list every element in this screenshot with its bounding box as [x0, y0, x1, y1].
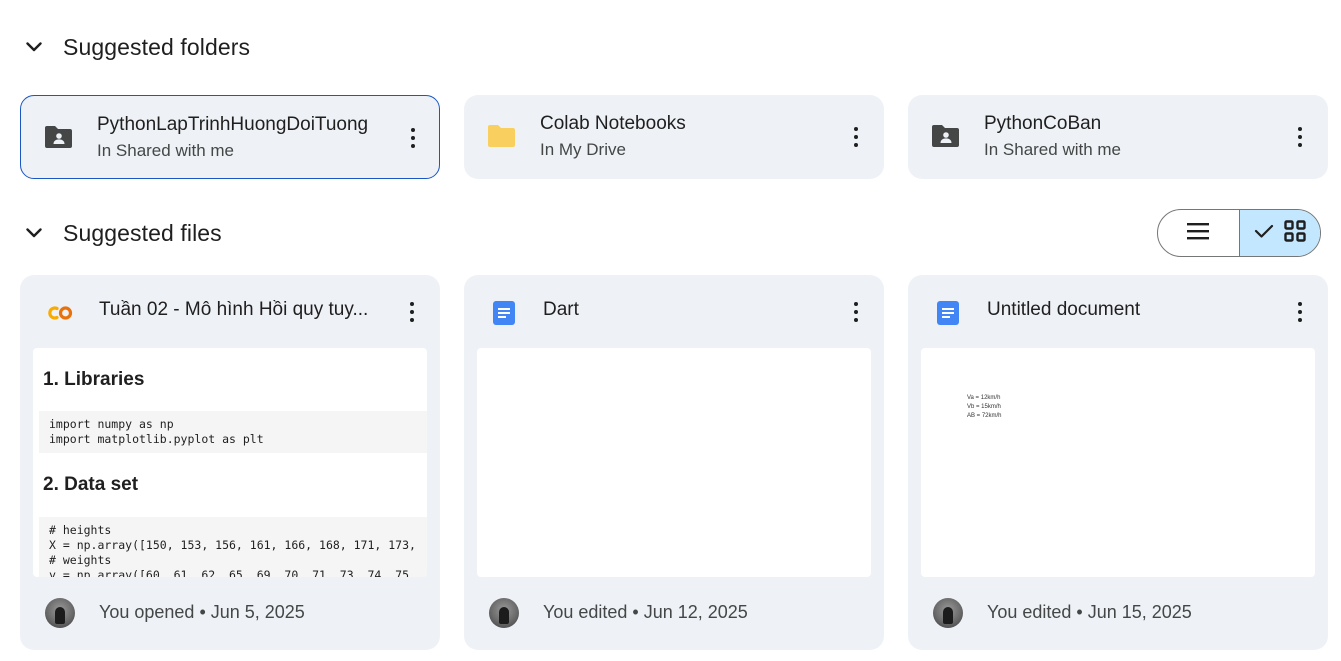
- preview-code: # heights X = np.array([150, 153, 156, 1…: [39, 517, 427, 577]
- more-actions-icon[interactable]: [401, 123, 425, 153]
- shared-folder-icon: [930, 123, 962, 151]
- folder-location: In Shared with me: [97, 141, 235, 160]
- file-preview: 1. Libraries import numpy as np import m…: [33, 348, 427, 577]
- grid-view-icon: [1284, 219, 1306, 247]
- more-actions-icon[interactable]: [400, 297, 424, 327]
- section-title: Suggested files: [63, 219, 222, 246]
- more-actions-icon[interactable]: [1288, 297, 1312, 327]
- avatar: [933, 598, 963, 628]
- view-toggle: [1157, 209, 1321, 257]
- more-actions-icon[interactable]: [1288, 122, 1312, 152]
- folder-location: In Shared with me: [984, 140, 1122, 159]
- folder-name: Colab Notebooks: [540, 113, 686, 134]
- file-card[interactable]: Untitled document Va = 12km/h Vb = 15km/…: [908, 275, 1328, 650]
- file-name: Untitled document: [987, 299, 1141, 320]
- suggested-files-header[interactable]: Suggested files: [22, 218, 222, 248]
- file-preview: [477, 348, 871, 577]
- suggested-folders-header[interactable]: Suggested folders: [22, 32, 250, 62]
- file-activity: You opened • Jun 5, 2025: [99, 602, 305, 622]
- preview-text: Va = 12km/h Vb = 15km/h AB = 72km/h: [967, 395, 1002, 419]
- preview-heading: 2. Data set: [43, 474, 139, 495]
- file-name: Dart: [543, 299, 579, 320]
- avatar: [489, 598, 519, 628]
- more-actions-icon[interactable]: [844, 297, 868, 327]
- folder-card[interactable]: Colab Notebooks In My Drive: [464, 95, 884, 179]
- folder-card[interactable]: PythonCoBan In Shared with me: [908, 95, 1328, 179]
- grid-view-button[interactable]: [1238, 210, 1320, 256]
- list-view-button[interactable]: [1158, 210, 1239, 256]
- file-activity: You edited • Jun 12, 2025: [543, 602, 748, 622]
- avatar: [45, 598, 75, 628]
- file-name: Tuần 02 - Mô hình Hồi quy tuy...: [99, 299, 369, 320]
- preview-code: import numpy as np import matplotlib.pyp…: [39, 411, 427, 453]
- preview-heading: 1. Libraries: [43, 369, 145, 390]
- colab-icon: [46, 301, 74, 325]
- folder-name: PythonLapTrinhHuongDoiTuong: [97, 114, 369, 135]
- folder-card[interactable]: PythonLapTrinhHuongDoiTuong In Shared wi…: [20, 95, 440, 179]
- chevron-down-icon[interactable]: [22, 35, 46, 59]
- list-view-icon: [1187, 222, 1210, 245]
- chevron-down-icon[interactable]: [22, 221, 46, 245]
- file-activity: You edited • Jun 15, 2025: [987, 602, 1192, 622]
- folder-location: In My Drive: [540, 140, 626, 159]
- shared-folder-icon: [43, 124, 75, 152]
- checkmark-icon: [1254, 223, 1274, 244]
- folder-name: PythonCoBan: [984, 113, 1102, 134]
- file-card[interactable]: Dart You edited • Jun 12, 2025: [464, 275, 884, 650]
- file-card[interactable]: Tuần 02 - Mô hình Hồi quy tuy... 1. Libr…: [20, 275, 440, 650]
- file-preview: Va = 12km/h Vb = 15km/h AB = 72km/h: [921, 348, 1315, 577]
- google-docs-icon: [934, 301, 962, 325]
- section-title: Suggested folders: [63, 33, 251, 60]
- more-actions-icon[interactable]: [844, 122, 868, 152]
- google-docs-icon: [490, 301, 518, 325]
- folder-icon: [486, 123, 518, 151]
